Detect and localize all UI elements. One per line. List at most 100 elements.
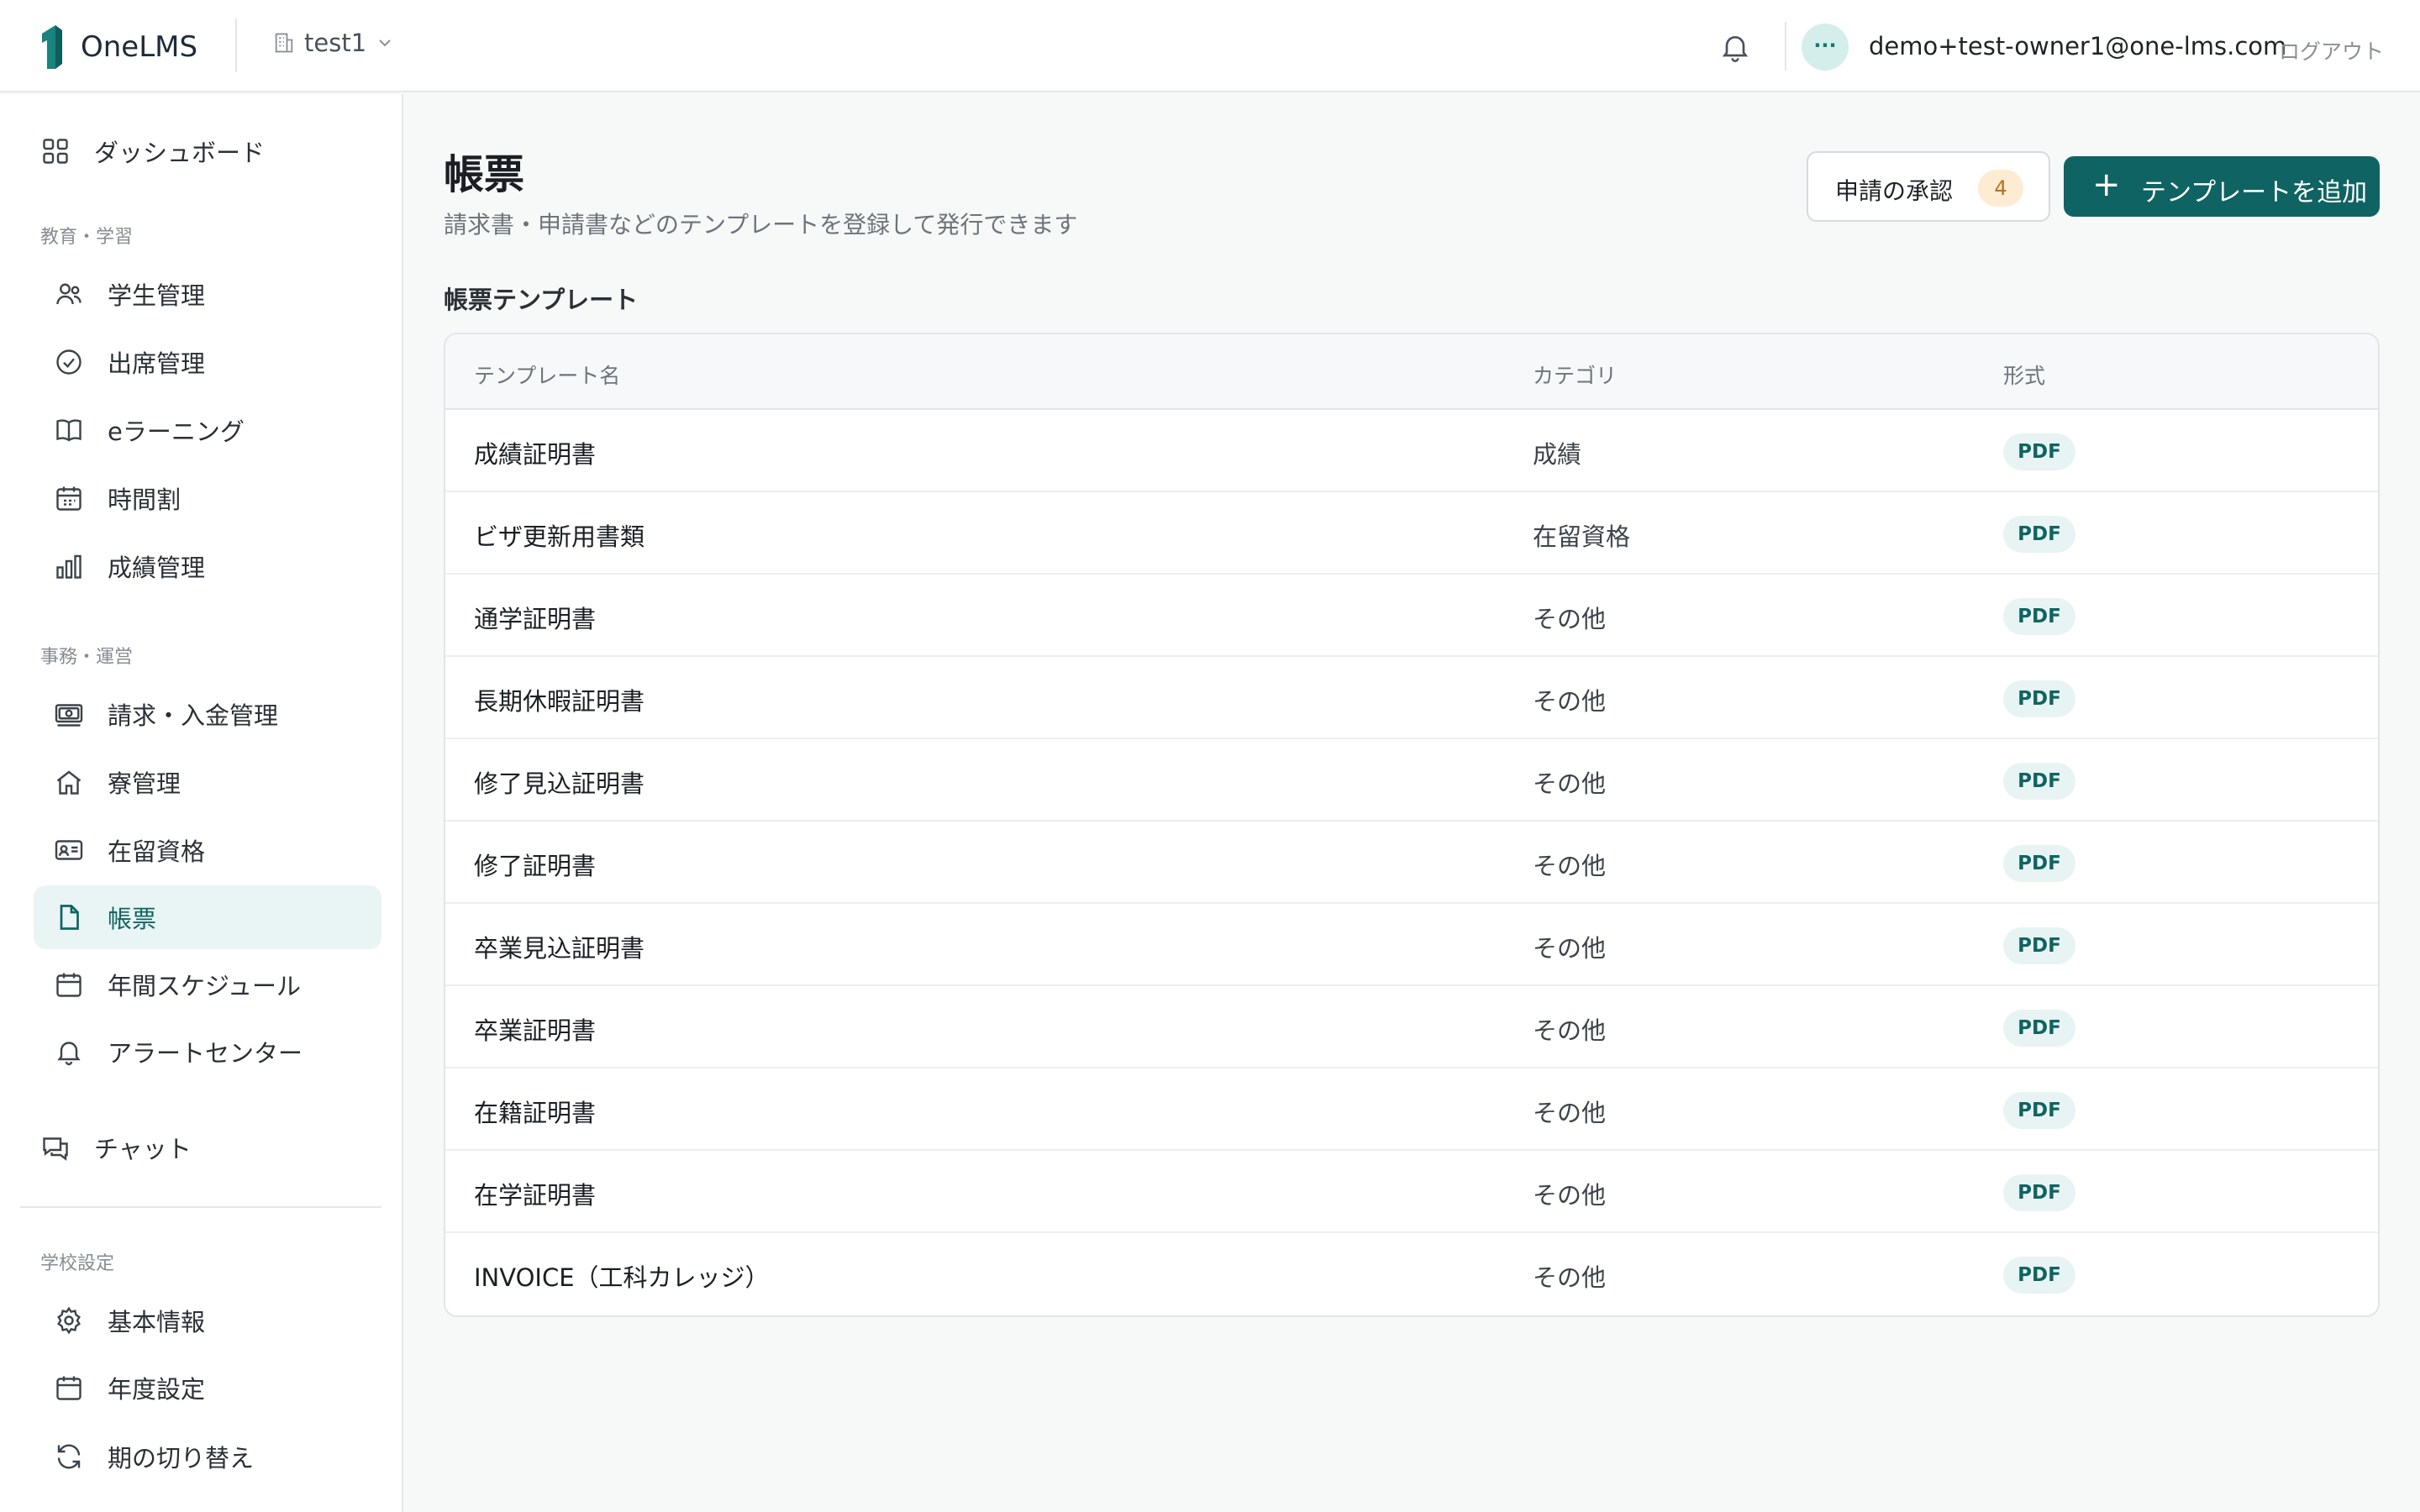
sidebar-item-label: チャット (94, 1135, 192, 1163)
divider (20, 1206, 381, 1208)
table-header: テンプレート名 カテゴリ 形式 (445, 334, 2378, 410)
sidebar-item-fiscal-year[interactable]: 年度設定 (34, 1356, 381, 1420)
template-name: 長期休暇証明書 (474, 687, 645, 716)
sidebar-item-grades[interactable]: 成績管理 (34, 534, 381, 598)
template-name: 通学証明書 (474, 605, 597, 633)
template-category: 在留資格 (1533, 522, 1631, 551)
sidebar-item-label: ダッシュボード (94, 139, 266, 167)
templates-table: テンプレート名 カテゴリ 形式 成績証明書 成績 PDF ビザ更新用書類 在留資… (444, 333, 2380, 1317)
table-row[interactable]: 卒業証明書 その他 PDF (445, 986, 2378, 1068)
column-header-name: テンプレート名 (474, 364, 621, 388)
top-bar: OneLMS test1 ··· demo+test-owner1@one-lm… (0, 0, 2420, 92)
template-name: 在籍証明書 (474, 1099, 597, 1127)
section-label-admin: 事務・運営 (40, 647, 134, 668)
table-row[interactable]: 成績証明書 成績 PDF (445, 410, 2378, 492)
table-row[interactable]: ビザ更新用書類 在留資格 PDF (445, 492, 2378, 575)
column-header-format: 形式 (2003, 364, 2046, 388)
logout-link[interactable]: ログアウト (2279, 35, 2384, 66)
users-icon (56, 283, 82, 305)
chevron-down-icon (379, 39, 391, 47)
id-card-icon (55, 840, 83, 860)
template-category: その他 (1533, 1099, 1607, 1127)
table-row[interactable]: INVOICE（工科カレッジ） その他 PDF (445, 1233, 2378, 1315)
table-row[interactable]: 在籍証明書 その他 PDF (445, 1068, 2378, 1151)
sidebar-item-label: 帳票 (108, 905, 157, 933)
format-badge: PDF (2003, 1010, 2075, 1047)
template-name: 修了見込証明書 (474, 769, 645, 798)
format-badge: PDF (2003, 927, 2075, 964)
sidebar-item-label: 基本情報 (108, 1308, 206, 1336)
add-template-button[interactable]: + テンプレートを追加 (2064, 156, 2380, 217)
approve-requests-button[interactable]: 申請の承認 4 (1807, 151, 2050, 222)
template-category: 成績 (1533, 440, 1582, 469)
sidebar-item-dorm[interactable]: 寮管理 (34, 750, 381, 814)
sidebar-item-forms[interactable]: 帳票 (34, 885, 381, 949)
format-badge: PDF (2003, 598, 2075, 635)
book-icon (56, 419, 82, 442)
sidebar-item-annual-schedule[interactable]: 年間スケジュール (34, 953, 381, 1016)
table-row[interactable]: 修了証明書 その他 PDF (445, 822, 2378, 904)
sidebar-item-label: アラートセンター (108, 1039, 303, 1068)
sidebar-item-billing[interactable]: 請求・入金管理 (34, 682, 381, 746)
template-category: その他 (1533, 852, 1607, 880)
sidebar-item-basic-info[interactable]: 基本情報 (34, 1289, 381, 1352)
sidebar-item-label: 請求・入金管理 (108, 701, 279, 730)
pending-count-badge: 4 (1978, 170, 2023, 207)
refresh-icon (57, 1444, 81, 1469)
template-name: ビザ更新用書類 (474, 522, 645, 551)
template-name: 卒業証明書 (474, 1016, 597, 1045)
template-category: その他 (1533, 1016, 1607, 1045)
format-badge: PDF (2003, 1257, 2075, 1294)
template-category: その他 (1533, 934, 1607, 963)
brand-name: OneLMS (81, 30, 198, 64)
format-badge: PDF (2003, 845, 2075, 882)
format-badge: PDF (2003, 516, 2075, 553)
notification-bell-icon[interactable] (1718, 30, 1752, 64)
table-row[interactable]: 修了見込証明書 その他 PDF (445, 739, 2378, 822)
template-category: その他 (1533, 1181, 1607, 1210)
sidebar-item-attendance[interactable]: 出席管理 (34, 330, 381, 394)
divider (235, 18, 237, 72)
sidebar-item-timetable[interactable]: 時間割 (34, 466, 381, 530)
calendar-icon (56, 1376, 82, 1400)
sidebar-item-label: eラーニング (108, 417, 245, 446)
school-name: test1 (304, 29, 367, 57)
avatar[interactable]: ··· (1802, 24, 1849, 71)
school-selector[interactable]: test1 (272, 29, 395, 57)
page-subtitle: 請求書・申請書などのテンプレートを登録して発行できます (444, 211, 1078, 239)
template-category: その他 (1533, 1263, 1607, 1292)
home-icon (56, 770, 82, 795)
banknote-icon (55, 704, 83, 727)
sidebar-item-label: 期の切り替え (108, 1444, 255, 1473)
sidebar-item-label: 年度設定 (108, 1375, 206, 1404)
sidebar-item-label: 出席管理 (108, 349, 206, 378)
template-name: 修了証明書 (474, 852, 597, 880)
sidebar-item-residence-status[interactable]: 在留資格 (34, 818, 381, 882)
template-name: INVOICE（工科カレッジ） (474, 1263, 770, 1292)
onelms-logo-icon (42, 25, 62, 69)
template-category: その他 (1533, 605, 1607, 633)
sidebar-item-dashboard[interactable]: ダッシュボード (34, 119, 381, 183)
brand-logo[interactable]: OneLMS (37, 22, 197, 72)
table-row[interactable]: 在学証明書 その他 PDF (445, 1151, 2378, 1233)
approve-requests-label: 申請の承認 (1835, 177, 1954, 205)
table-row[interactable]: 通学証明書 その他 PDF (445, 575, 2378, 657)
sidebar-item-elearning[interactable]: eラーニング (34, 398, 381, 462)
sidebar-item-students[interactable]: 学生管理 (34, 262, 381, 326)
add-template-label: テンプレートを追加 (2141, 178, 2368, 207)
format-badge: PDF (2003, 433, 2075, 470)
table-row[interactable]: 卒業見込証明書 その他 PDF (445, 904, 2378, 986)
section-label-school-settings: 学校設定 (40, 1253, 115, 1274)
calendar-icon (56, 973, 82, 997)
sidebar: ダッシュボード 教育・学習 学生管理 出席管理 eラーニング 時間割 成績管理 … (0, 94, 403, 1512)
template-name: 成績証明書 (474, 440, 597, 469)
sidebar-item-alert-center[interactable]: アラートセンター (34, 1020, 381, 1084)
user-email: demo+test-owner1@one-lms.com (1869, 32, 2287, 60)
sidebar-item-label: 時間割 (108, 486, 182, 514)
bell-icon (57, 1042, 81, 1066)
building-icon (275, 33, 293, 53)
sidebar-item-term-switch[interactable]: 期の切り替え (34, 1425, 381, 1488)
check-circle-icon (56, 349, 82, 375)
table-row[interactable]: 長期休暇証明書 その他 PDF (445, 657, 2378, 739)
sidebar-item-chat[interactable]: チャット (34, 1116, 381, 1179)
